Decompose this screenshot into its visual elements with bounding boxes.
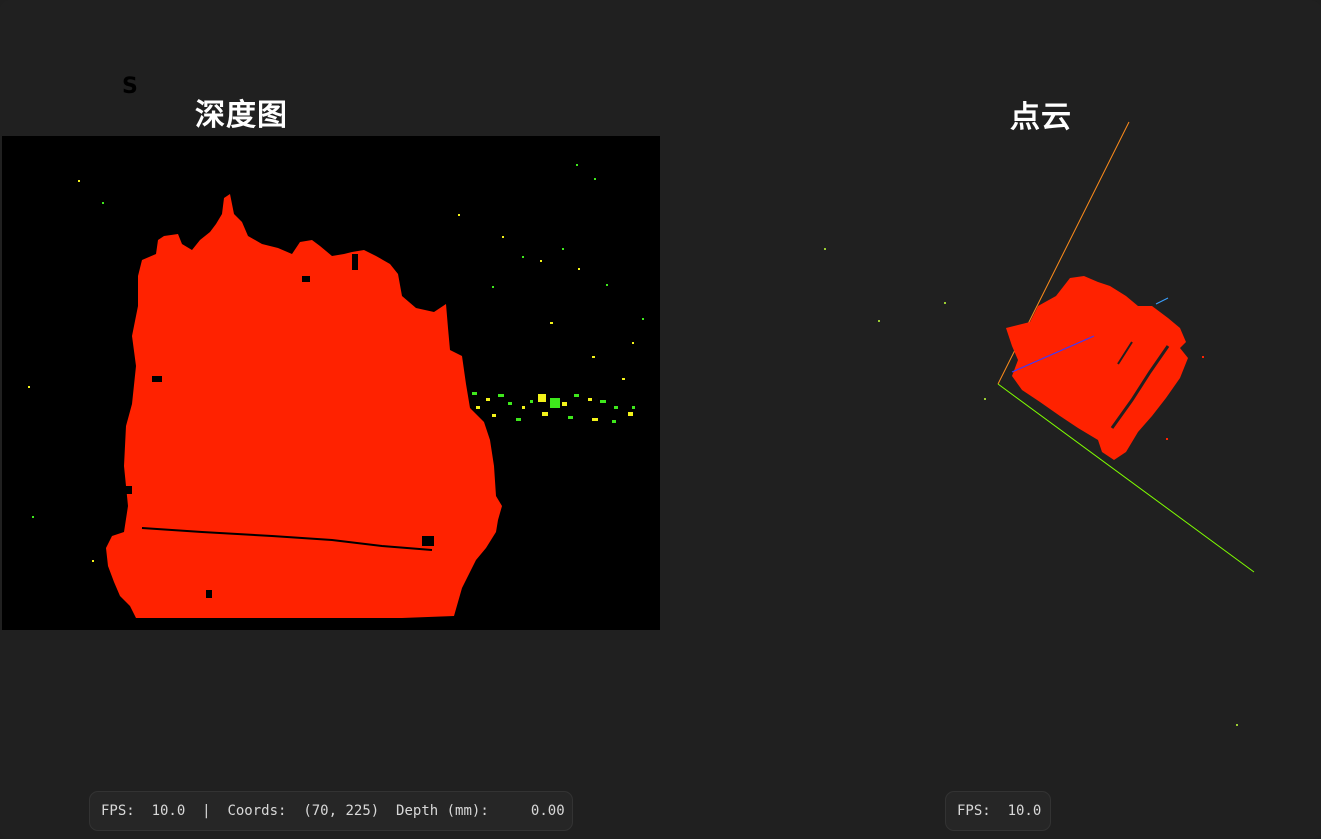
depth-hole [122,486,132,494]
cloud-fps-value: 10.0 [1007,803,1042,819]
depth-panel-title: 深度图 [195,98,288,133]
point-cloud-canvas [824,121,1255,726]
depth-hole [422,536,434,546]
point-cloud-view[interactable] [700,110,1300,750]
coords-value: (70, 225) [303,803,380,819]
depth-hole [352,254,358,270]
viewer-window: S 深度图 点云 FPS: 10.0 | Coords: (70, 225) D… [0,0,1321,839]
depth-object-region [106,194,502,618]
depth-hole [302,276,310,282]
depth-status-bar: FPS: 10.0 | Coords: (70, 225) Depth (mm)… [89,791,573,831]
depth-image [28,164,644,618]
point-cloud-object [1006,276,1188,460]
depth-fps-value: 10.0 [151,803,186,819]
point-cloud-status-bar: FPS: 10.0 [945,791,1051,831]
depth-noise-cluster [472,392,635,423]
cloud-fps-label: FPS: [957,803,991,819]
z-axis-tail [1155,297,1169,305]
depth-hole [152,376,162,382]
status-separator: | [202,803,211,819]
corner-mark: S [122,74,138,99]
coords-label: Coords: [227,803,287,819]
point-cloud-sparse-points [824,248,1238,726]
depth-mm-value: 0.00 [530,803,565,819]
depth-mm-label: Depth (mm): [396,803,489,819]
depth-fps-label: FPS: [101,803,135,819]
depth-image-view[interactable] [2,136,660,630]
depth-hole [206,590,212,598]
